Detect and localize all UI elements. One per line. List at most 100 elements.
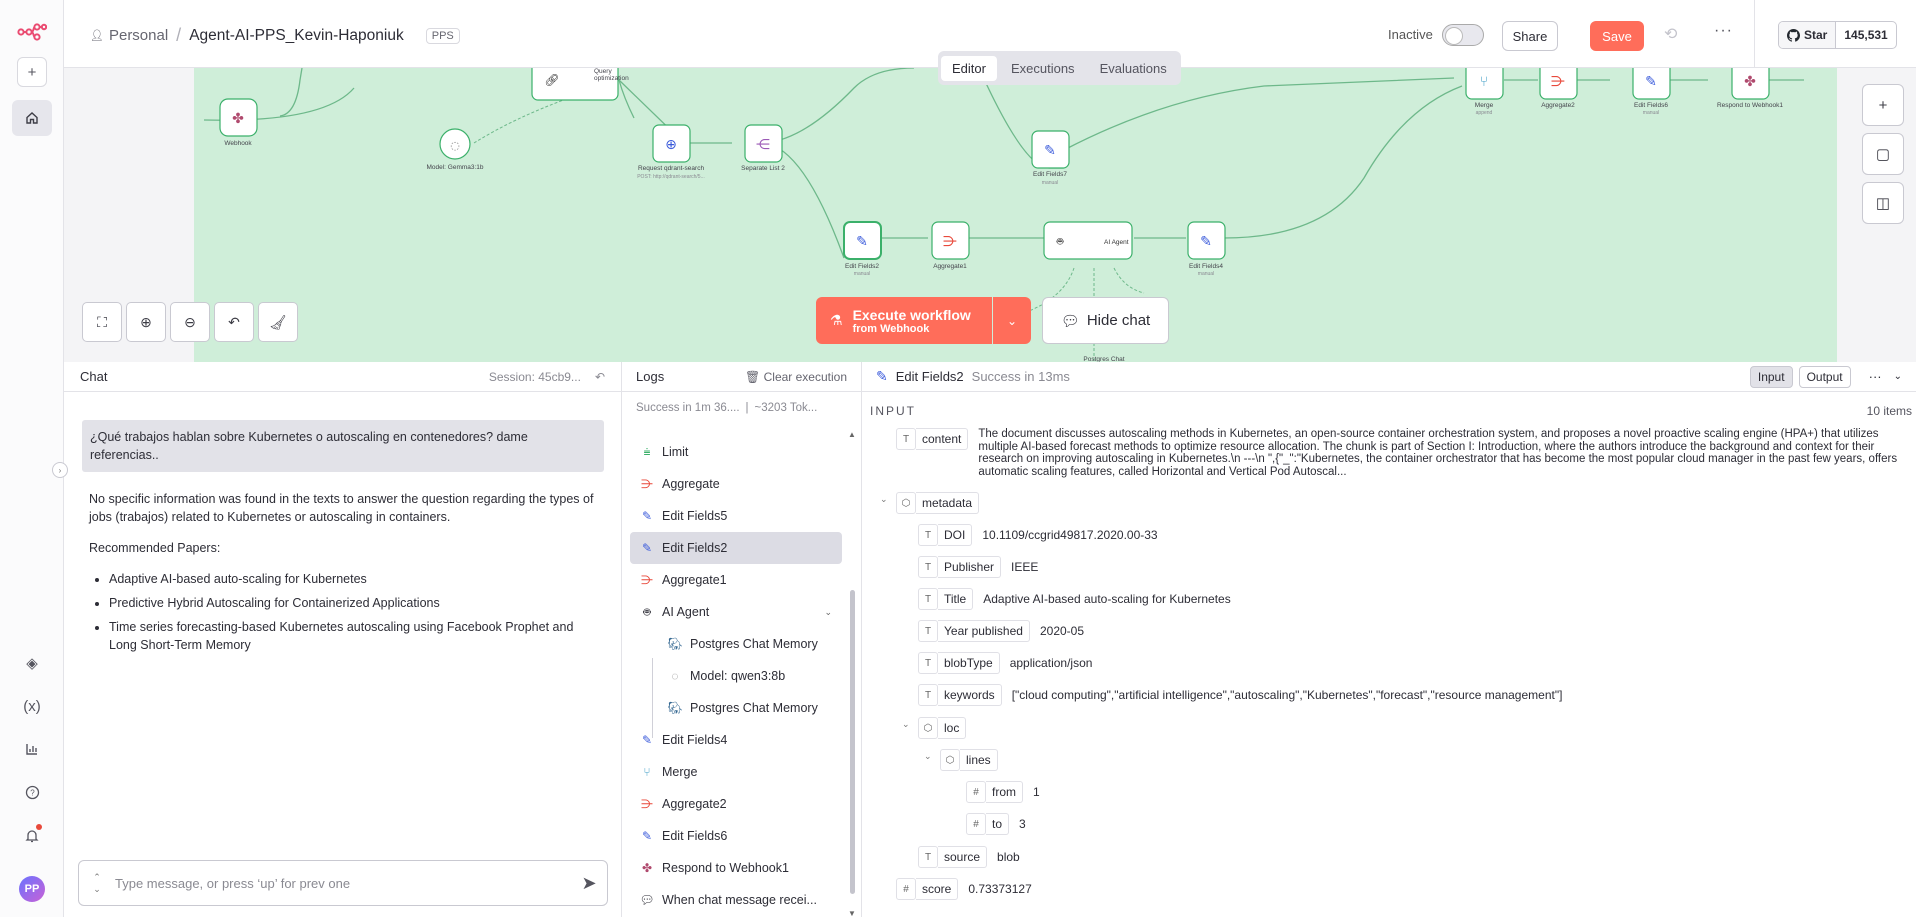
tidy-up-button[interactable]: 🧹︎ — [258, 302, 298, 342]
postgres-icon: 🐘︎ — [667, 637, 683, 651]
svg-text:⋺: ⋺ — [943, 234, 957, 250]
list-item: Adaptive AI-based auto-scaling for Kuber… — [109, 570, 603, 588]
execute-options-button[interactable]: ⌄ — [993, 297, 1031, 344]
home-icon[interactable] — [12, 100, 52, 136]
reset-session-icon[interactable]: ↶ — [595, 370, 605, 384]
node-label-edit-fields6: Edit Fields6 — [1634, 102, 1668, 109]
insights-icon[interactable] — [12, 731, 52, 767]
zoom-in-button[interactable]: ⊕ — [126, 302, 166, 342]
breadcrumb-workspace[interactable]: 👤︎ Personal — [90, 27, 168, 44]
github-star-button[interactable]: Star — [1779, 22, 1837, 48]
add-node-button[interactable]: + — [1862, 84, 1904, 126]
pencil-icon: ✎ — [876, 368, 888, 384]
more-options-icon[interactable]: ··· — [1714, 22, 1733, 40]
webhook-icon: ✤ — [641, 861, 653, 875]
reset-zoom-button[interactable]: ↶ — [214, 302, 254, 342]
svg-text:⊕: ⊕ — [665, 137, 677, 153]
notifications-icon[interactable] — [12, 817, 52, 853]
aggregate-icon: ⋺ — [641, 573, 653, 587]
chevron-down-icon[interactable]: ⌄ — [1894, 371, 1902, 382]
log-item-aggregate2[interactable]: ⋺ Aggregate2 — [630, 788, 842, 820]
field-value: IEEE — [1011, 560, 1039, 574]
fit-view-button[interactable]: ⛶ — [82, 302, 122, 342]
collapse-icon[interactable]: ⌄ — [924, 751, 932, 762]
logs-summary-time: Success in 1m 36.... — [636, 402, 740, 414]
bot-list: Adaptive AI-based auto-scaling for Kuber… — [89, 570, 603, 654]
n8n-logo-icon[interactable] — [12, 14, 52, 50]
send-icon[interactable]: ➤ — [571, 873, 607, 894]
tab-input[interactable]: Input — [1749, 365, 1793, 388]
log-item-aggregate[interactable]: ⋺ Aggregate — [630, 468, 842, 500]
svg-text:✎: ✎ — [1645, 74, 1657, 90]
templates-icon[interactable]: ◈ — [12, 645, 52, 681]
variables-icon[interactable]: (x) — [12, 688, 52, 724]
log-item-chat-trigger[interactable]: 💬︎ When chat message recei... — [630, 884, 842, 916]
field-key: to — [986, 813, 1010, 835]
hide-chat-label: Hide chat — [1086, 312, 1151, 329]
number-type-icon: # — [896, 878, 916, 900]
help-icon[interactable]: ? — [12, 774, 52, 810]
chat-session-id[interactable]: Session: 45cb9... — [489, 370, 581, 384]
log-item-postgres-chat-memory[interactable]: 🐘︎ Postgres Chat Memory — [630, 628, 842, 660]
chevron-down-icon[interactable]: ⌄ — [824, 607, 832, 618]
log-item-label: When chat message recei... — [662, 893, 817, 907]
github-icon — [1787, 28, 1800, 42]
tab-editor[interactable]: Editor — [941, 55, 997, 81]
log-item-edit-fields5[interactable]: ✎ Edit Fields5 — [630, 500, 842, 532]
github-star-widget[interactable]: Star 145,531 — [1778, 21, 1897, 49]
chat-message-input[interactable] — [115, 875, 571, 891]
log-item-edit-fields4[interactable]: ✎ Edit Fields4 — [630, 724, 842, 756]
execute-workflow-button[interactable]: ⚗︎ Execute workflow from Webhook — [816, 297, 992, 344]
sticky-note-button[interactable]: ▢ — [1862, 133, 1904, 175]
active-toggle[interactable] — [1442, 24, 1484, 46]
log-item-aggregate1[interactable]: ⋺ Aggregate1 — [630, 564, 842, 596]
log-item-edit-fields6[interactable]: ✎ Edit Fields6 — [630, 820, 842, 852]
workflow-name[interactable]: Agent-AI-PPS_Kevin-Haponiuk — [189, 27, 404, 45]
scrollbar-thumb[interactable] — [850, 590, 855, 894]
workflow-tag[interactable]: PPS — [425, 27, 460, 44]
node-sub-merge: append — [1475, 110, 1493, 116]
add-icon[interactable]: + — [17, 57, 47, 87]
mode-tabs: Editor Executions Evaluations — [938, 51, 1181, 85]
execute-workflow-sub: from Webhook — [852, 322, 930, 335]
history-icon[interactable]: ⟲ — [1664, 24, 1677, 44]
field-key: blobType — [938, 652, 1000, 674]
log-item-postgres-chat-memory[interactable]: 🐘︎ Postgres Chat Memory — [630, 692, 842, 724]
tab-evaluations[interactable]: Evaluations — [1089, 56, 1178, 81]
clear-execution-button[interactable]: 🗑︎ Clear execution — [745, 370, 847, 384]
more-options-icon[interactable]: ··· — [1869, 369, 1882, 384]
log-item-label: Respond to Webhook1 — [662, 861, 789, 875]
text-type-icon: T — [918, 846, 938, 868]
log-item-model-qwen[interactable]: ◌ Model: qwen3:8b — [630, 660, 842, 692]
share-button[interactable]: Share — [1502, 21, 1558, 51]
log-item-ai-agent[interactable]: 🤖︎ AI Agent ⌄ — [630, 596, 842, 628]
github-star-count: 145,531 — [1844, 28, 1888, 42]
avatar[interactable]: PP — [19, 876, 45, 902]
history-arrows-icon[interactable]: ⌃ ⌄ — [79, 871, 115, 895]
log-item-merge[interactable]: ⑂ Merge — [630, 756, 842, 788]
collapse-chat-icon[interactable]: › — [52, 462, 68, 478]
svg-text:◌: ◌ — [450, 139, 460, 152]
zoom-out-button[interactable]: ⊖ — [170, 302, 210, 342]
scroll-up-icon[interactable]: ▲ — [848, 430, 856, 439]
log-item-limit[interactable]: ⩧ Limit — [630, 436, 842, 468]
log-item-respond-webhook[interactable]: ✤ Respond to Webhook1 — [630, 852, 842, 884]
toggle-panel-button[interactable]: ◫ — [1862, 182, 1904, 224]
logs-scrollbar[interactable]: ▲ ▼ — [848, 430, 856, 917]
clear-execution-label: Clear execution — [763, 369, 847, 384]
tab-executions[interactable]: Executions — [1000, 56, 1086, 81]
hide-chat-button[interactable]: 💬︎ Hide chat — [1042, 297, 1169, 344]
collapse-icon[interactable]: ⌄ — [902, 719, 910, 730]
text-type-icon: T — [896, 428, 916, 450]
save-button[interactable]: Save — [1590, 21, 1644, 51]
log-item-edit-fields2[interactable]: ✎ Edit Fields2 — [630, 532, 842, 564]
field-row-doi: T DOI 10.1109/ccgrid49817.2020.00-33 — [918, 524, 1158, 546]
workflow-canvas[interactable]: ✤ 🔗︎ ◌ ⊕ ⋲ ✎ ✎ ⋺ 🤖︎ ✎ ⑂ ⋺ ✎ ✤ AI Agent W… — [64, 51, 1916, 363]
user-message: ¿Qué trabajos hablan sobre Kubernetes o … — [82, 420, 604, 472]
scroll-down-icon[interactable]: ▼ — [848, 909, 856, 917]
pencil-icon: ✎ — [641, 541, 653, 555]
collapse-icon[interactable]: ⌄ — [880, 494, 888, 505]
field-row-from: # from 1 — [966, 781, 1040, 803]
fit-view-icon: ⛶ — [97, 313, 107, 330]
tab-output[interactable]: Output — [1798, 365, 1851, 388]
